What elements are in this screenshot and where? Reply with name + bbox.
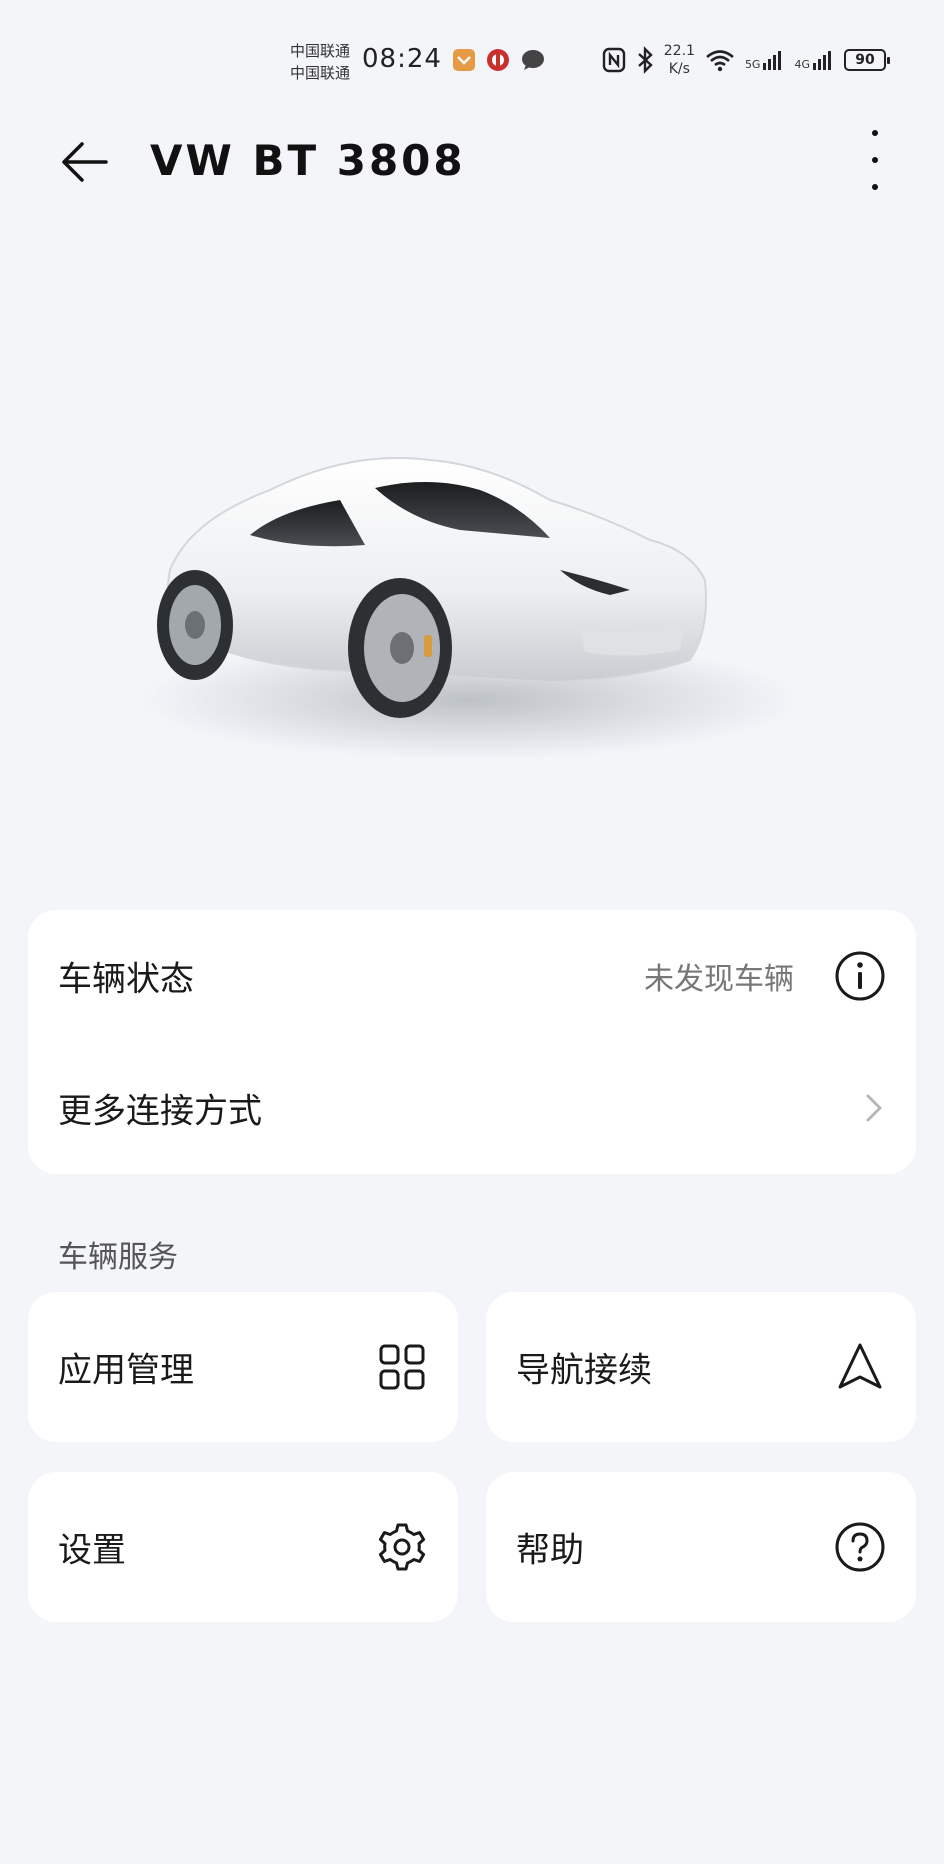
help-tile[interactable]: 帮助 [486, 1472, 916, 1622]
bluetooth-icon [637, 46, 653, 74]
tile-label: 设置 [58, 1530, 126, 1571]
signal-bars-icon [813, 51, 831, 70]
carrier-labels: 中国联通 中国联通 [290, 40, 350, 84]
chevron-right-icon [866, 1094, 882, 1122]
status-time: 08:24 [362, 44, 442, 74]
navigation-arrow-icon [838, 1343, 882, 1389]
info-icon[interactable] [834, 950, 886, 1002]
car-image [140, 457, 800, 760]
help-circle-icon [835, 1522, 885, 1572]
page-title: VW BT 3808 [150, 136, 466, 185]
battery-indicator: 90 [844, 49, 890, 71]
shield-app-icon [453, 49, 475, 71]
system-status-icons: 22.1 K/s 5G 4G 90 [602, 42, 890, 78]
settings-tile[interactable]: 设置 [28, 1472, 458, 1622]
signal-4g: 4G [794, 49, 834, 71]
app-management-tile[interactable]: 应用管理 [28, 1292, 458, 1442]
navigation-relay-tile[interactable]: 导航接续 [486, 1292, 916, 1442]
more-connect-label: 更多连接方式 [58, 1091, 262, 1132]
net-type-1: 5G [744, 58, 761, 71]
gear-icon [378, 1523, 426, 1571]
network-speed-unit: K/s [668, 61, 690, 77]
notification-icons [452, 48, 546, 72]
net-type-2: 4G [794, 58, 810, 71]
chat-bubble-icon [522, 50, 544, 70]
tile-label: 导航接续 [516, 1350, 652, 1391]
back-arrow-icon[interactable] [56, 134, 112, 190]
section-title-vehicle-services: 车辆服务 [58, 1240, 178, 1275]
carrier-1: 中国联通 [290, 42, 351, 60]
more-options-icon[interactable] [860, 130, 890, 190]
more-connect-row[interactable]: 更多连接方式 [28, 1042, 916, 1174]
tile-label: 帮助 [516, 1530, 584, 1571]
wifi-icon [706, 50, 734, 72]
vehicle-status-value: 未发现车辆 [644, 962, 794, 997]
signal-bars-icon [763, 51, 782, 70]
network-speed: 22.1 K/s [664, 42, 695, 78]
signal-5g: 5G [745, 49, 785, 71]
vehicle-status-label: 车辆状态 [58, 959, 194, 1000]
status-bar: 中国联通 中国联通 08:24 22.1 K/s 5G 4G 90 [0, 0, 944, 100]
vehicle-status-card: 车辆状态 未发现车辆 更多连接方式 [28, 910, 916, 1174]
vehicle-status-row: 车辆状态 未发现车辆 [28, 910, 916, 1042]
carrier-2: 中国联通 [290, 64, 351, 82]
network-speed-value: 22.1 [663, 43, 695, 59]
grid-icon [379, 1344, 425, 1390]
nfc-icon [602, 47, 625, 73]
bank-app-icon [487, 49, 509, 71]
tile-label: 应用管理 [58, 1350, 194, 1391]
